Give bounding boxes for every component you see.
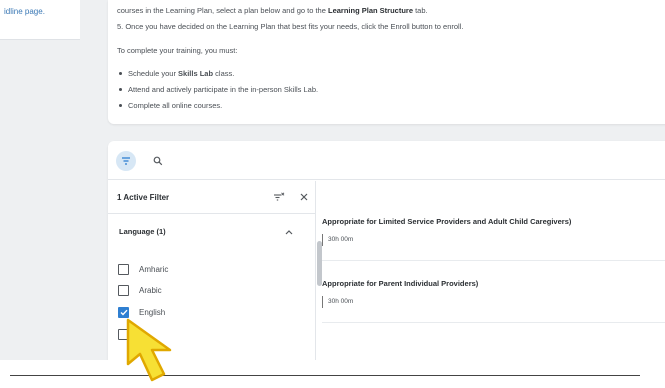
bullet-item: Complete all online courses. <box>118 101 223 110</box>
screen: idline page. courses in the Learning Pla… <box>0 0 665 360</box>
close-filter-panel-button[interactable] <box>297 190 311 204</box>
option-label: Arabic <box>139 285 162 295</box>
checkbox[interactable] <box>118 263 129 275</box>
course-title[interactable]: Appropriate for Limited Service Provider… <box>322 217 571 226</box>
close-icon <box>300 193 308 201</box>
instructions-card: courses in the Learning Plan, select a p… <box>108 0 665 124</box>
course-item[interactable]: Appropriate for Parent Individual Provid… <box>322 269 665 323</box>
search-button[interactable] <box>148 151 168 171</box>
bullet-item: Attend and actively participate in the i… <box>118 85 319 94</box>
divider <box>10 375 640 376</box>
search-icon <box>153 156 163 166</box>
catalog-panel: 1 Active Filter Language (1) Amharic Ara… <box>108 141 665 360</box>
language-section-title: Language (1) <box>119 227 166 236</box>
chevron-up-icon <box>284 227 294 237</box>
bullet-text: Schedule your <box>128 69 179 78</box>
catalog-toolbar <box>108 141 665 180</box>
instruction-text: tab. <box>413 6 428 15</box>
option-label: English <box>139 307 166 317</box>
bullet-item: Schedule your Skills Lab class. <box>118 69 235 78</box>
guideline-link[interactable]: idline page. <box>4 7 45 16</box>
active-filter-count: 1 Active Filter <box>117 193 170 202</box>
instruction-text: courses in the Learning Plan, select a p… <box>117 6 328 15</box>
bullet-bold: Skills Lab <box>178 69 214 78</box>
clear-filter-icon <box>274 192 285 201</box>
course-item[interactable]: Appropriate for Limited Service Provider… <box>322 207 665 261</box>
language-section-toggle[interactable]: Language (1) <box>108 215 306 247</box>
course-duration: 30h 00m <box>322 296 353 308</box>
language-option-arabic[interactable]: Arabic <box>118 283 298 297</box>
checkbox[interactable] <box>118 284 129 296</box>
instruction-line-1: courses in the Learning Plan, select a p… <box>117 6 428 15</box>
course-title[interactable]: Appropriate for Parent Individual Provid… <box>322 279 478 288</box>
instruction-line-2: 5. Once you have decided on the Learning… <box>117 22 464 31</box>
bullet-text: class. <box>213 69 235 78</box>
filter-panel-header: 1 Active Filter <box>108 181 315 214</box>
checkmark-icon <box>120 309 128 316</box>
left-card: idline page. <box>0 0 80 40</box>
pointer-cursor-icon <box>126 318 172 382</box>
course-duration: 30h 00m <box>322 234 353 246</box>
checkbox-checked[interactable] <box>118 306 129 318</box>
filter-button[interactable] <box>116 151 136 171</box>
language-option-english[interactable]: English <box>118 305 298 319</box>
option-label: Amharic <box>139 264 169 274</box>
clear-filters-button[interactable] <box>272 190 286 204</box>
instruction-line-3: To complete your training, you must: <box>117 46 238 55</box>
instruction-bold: Learning Plan Structure <box>327 6 414 15</box>
filter-icon <box>122 157 130 165</box>
language-option-amharic[interactable]: Amharic <box>118 262 298 276</box>
